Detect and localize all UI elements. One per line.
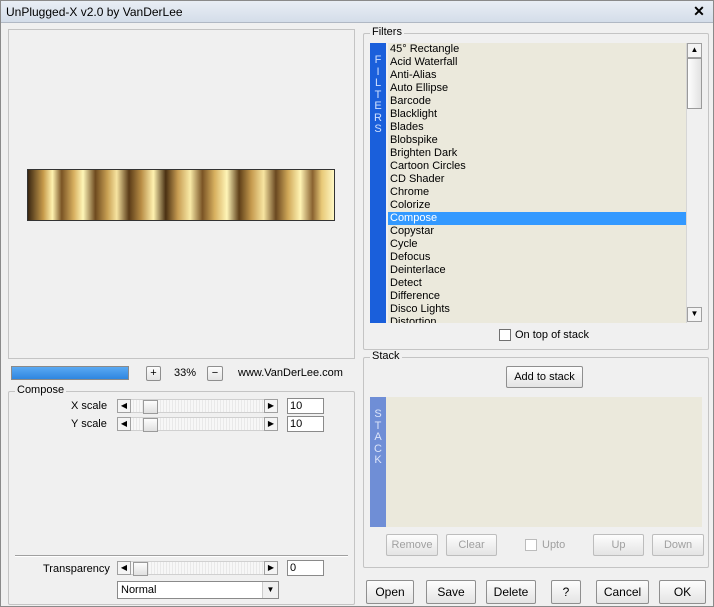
stack-list[interactable]	[386, 397, 702, 527]
xscale-thumb[interactable]	[143, 400, 158, 414]
filter-list-item[interactable]: Disco Lights	[388, 303, 686, 316]
compose-group-label: Compose	[15, 384, 67, 396]
ok-button[interactable]: OK	[659, 580, 706, 604]
blend-mode-value: Normal	[121, 584, 157, 596]
yscale-label: Y scale	[71, 418, 107, 430]
preview-panel	[8, 29, 355, 359]
down-button[interactable]: Down	[652, 534, 704, 556]
filter-list-item[interactable]: Chrome	[388, 186, 686, 199]
remove-button[interactable]: Remove	[386, 534, 438, 556]
stack-side-letter: S	[374, 408, 382, 420]
clear-button[interactable]: Clear	[446, 534, 497, 556]
filters-side-letter: L	[374, 77, 382, 89]
filter-list-item[interactable]: Compose	[388, 212, 686, 225]
filter-list-item[interactable]: Auto Ellipse	[388, 82, 686, 95]
filter-list-item[interactable]: Blades	[388, 121, 686, 134]
filters-group-label: Filters	[370, 26, 404, 38]
yscale-right-icon[interactable]: ▶	[264, 417, 278, 431]
upto-checkbox[interactable]	[525, 539, 537, 551]
filter-list[interactable]: 45° Rectangle Acid Waterfall Anti-Alias Aut…	[388, 43, 686, 323]
progress-fill	[12, 367, 128, 379]
stack-side-bar: S T A C K	[370, 397, 386, 527]
close-icon[interactable]: ✕	[691, 4, 707, 20]
add-to-stack-button[interactable]: Add to stack	[506, 366, 583, 388]
filter-list-item[interactable]: Detect	[388, 277, 686, 290]
save-button[interactable]: Save	[426, 580, 476, 604]
stack-group-label: Stack	[370, 350, 402, 362]
xscale-input[interactable]: 10	[287, 398, 324, 414]
window-title: UnPlugged-X v2.0 by VanDerLee	[6, 5, 183, 19]
divider	[15, 555, 348, 557]
transparency-right-icon[interactable]: ▶	[264, 561, 278, 575]
filter-list-item[interactable]: Brighten Dark	[388, 147, 686, 160]
filter-list-item[interactable]: Difference	[388, 290, 686, 303]
transparency-label: Transparency	[43, 563, 110, 575]
filter-list-item[interactable]: Cycle	[388, 238, 686, 251]
stack-side-letter: K	[374, 454, 382, 466]
scroll-up-icon[interactable]: ▲	[687, 43, 702, 58]
cancel-button[interactable]: Cancel	[596, 580, 649, 604]
filter-list-item[interactable]: Acid Waterfall	[388, 56, 686, 69]
filter-list-item[interactable]: Anti-Alias	[388, 69, 686, 82]
yscale-thumb[interactable]	[143, 418, 158, 432]
transparency-input[interactable]: 0	[287, 560, 324, 576]
filter-list-item[interactable]: Colorize	[388, 199, 686, 212]
dropdown-arrow-icon[interactable]: ▼	[262, 582, 278, 598]
scroll-thumb[interactable]	[687, 58, 702, 109]
on-top-checkbox[interactable]	[499, 329, 511, 341]
delete-button[interactable]: Delete	[486, 580, 536, 604]
filter-list-item[interactable]: Deinterlace	[388, 264, 686, 277]
filters-side-letter: F	[374, 54, 382, 66]
filter-list-item[interactable]: CD Shader	[388, 173, 686, 186]
scroll-down-icon[interactable]: ▼	[687, 307, 702, 322]
filters-side-letter: E	[374, 100, 382, 112]
on-top-label: On top of stack	[515, 329, 589, 341]
progress-bar	[11, 366, 129, 380]
stack-side-letter: A	[374, 431, 382, 443]
filter-list-item[interactable]: Blobspike	[388, 134, 686, 147]
filter-list-item[interactable]: Copystar	[388, 225, 686, 238]
title-bar: UnPlugged-X v2.0 by VanDerLee ✕	[1, 1, 713, 23]
yscale-left-icon[interactable]: ◀	[117, 417, 131, 431]
up-button[interactable]: Up	[593, 534, 644, 556]
yscale-input[interactable]: 10	[287, 416, 324, 432]
transparency-left-icon[interactable]: ◀	[117, 561, 131, 575]
filters-side-bar: F I L T E R S	[370, 43, 386, 323]
filters-side-letter: S	[374, 123, 382, 135]
xscale-slider[interactable]	[131, 399, 264, 414]
website-link[interactable]: www.VanDerLee.com	[238, 367, 343, 379]
filter-list-item[interactable]: Cartoon Circles	[388, 160, 686, 173]
blend-mode-select[interactable]: Normal ▼	[117, 581, 279, 599]
preview-image	[27, 169, 335, 221]
xscale-label: X scale	[71, 400, 108, 412]
filter-list-item[interactable]: Barcode	[388, 95, 686, 108]
yscale-slider[interactable]	[131, 417, 264, 432]
transparency-thumb[interactable]	[133, 562, 148, 576]
zoom-out-button[interactable]: −	[207, 366, 223, 381]
filter-list-item[interactable]: Defocus	[388, 251, 686, 264]
open-button[interactable]: Open	[366, 580, 414, 604]
filter-list-item[interactable]: 45° Rectangle	[388, 43, 686, 56]
filter-list-item[interactable]: Distortion	[388, 316, 686, 323]
xscale-left-icon[interactable]: ◀	[117, 399, 131, 413]
zoom-in-button[interactable]: +	[146, 366, 161, 381]
upto-label: Upto	[542, 539, 566, 551]
transparency-slider[interactable]	[131, 561, 264, 576]
xscale-right-icon[interactable]: ▶	[264, 399, 278, 413]
help-button[interactable]: ?	[551, 580, 581, 604]
filter-list-scrollbar[interactable]: ▲ ▼	[686, 43, 702, 323]
plugin-window: UnPlugged-X v2.0 by VanDerLee ✕ + 33% − …	[0, 0, 714, 607]
zoom-level: 33%	[174, 367, 197, 379]
filter-list-item[interactable]: Blacklight	[388, 108, 686, 121]
